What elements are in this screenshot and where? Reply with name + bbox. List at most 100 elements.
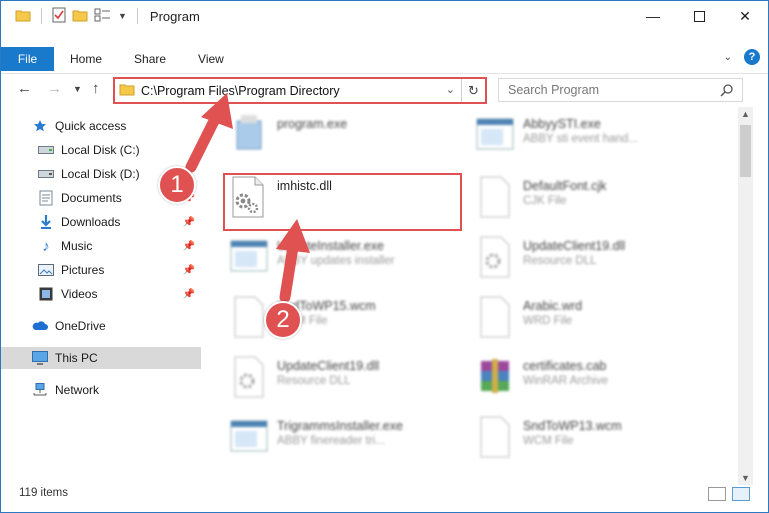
file-name: Arabic.wrd	[523, 299, 583, 313]
explorer-window: ▼ Program — ✕ File Home Share View ⌄ ? ←…	[0, 0, 769, 513]
file-item[interactable]: program.exe	[229, 113, 479, 171]
folder-icon	[119, 82, 135, 99]
file-name: DefaultFont.cjk	[523, 179, 607, 193]
up-arrow-icon[interactable]: ↑	[92, 80, 100, 97]
maximize-button[interactable]	[676, 1, 722, 31]
address-bar[interactable]: C:\Program Files\Program Directory ⌄ ↻	[113, 77, 487, 104]
file-name: program.exe	[277, 117, 348, 131]
download-arrow-icon	[37, 214, 55, 230]
sidebar-item-label: This PC	[55, 351, 98, 365]
search-box[interactable]: Search Program	[498, 78, 743, 102]
step-2-badge: 2	[264, 301, 302, 339]
tab-file[interactable]: File	[1, 47, 54, 71]
new-folder-icon[interactable]	[72, 8, 88, 25]
tab-home[interactable]: Home	[54, 47, 118, 71]
title-bar: ▼ Program — ✕	[1, 1, 768, 31]
sidebar-item-label: Music	[61, 239, 93, 253]
scroll-up-icon[interactable]: ▲	[741, 109, 750, 119]
navigation-pane: Quick access Local Disk (C:) Local Disk …	[1, 109, 201, 481]
file-name: UpdateClient19.dll	[523, 239, 626, 253]
sidebar-item-onedrive[interactable]: OneDrive	[1, 315, 201, 337]
vertical-scrollbar[interactable]: ▲ ▼	[738, 107, 753, 485]
refresh-icon[interactable]: ↻	[461, 79, 485, 102]
blank-file-icon	[229, 295, 269, 339]
file-name: SndToWP13.wcm	[523, 419, 622, 433]
file-item[interactable]: UpdateInstaller.exe ABBY updates installe…	[229, 235, 479, 293]
file-desc: Resource DLL	[277, 375, 351, 387]
file-item[interactable]: DefaultFont.cjk CJK File	[475, 175, 725, 233]
tab-view[interactable]: View	[182, 47, 240, 71]
window-title: Program	[149, 8, 200, 24]
monitor-icon	[31, 350, 49, 366]
file-item[interactable]: AbbyySTI.exe ABBY sti event hand...	[475, 113, 725, 171]
expand-ribbon-chevron-icon[interactable]: ⌄	[724, 52, 732, 63]
file-item[interactable]: certificates.cab WinRAR Archive	[475, 355, 725, 413]
window-app-icon	[229, 235, 269, 279]
sidebar-item-downloads[interactable]: Downloads 📌	[1, 211, 201, 233]
chevron-down-icon[interactable]: ▼	[118, 11, 127, 21]
back-arrow-icon[interactable]: ←	[17, 80, 32, 97]
file-desc: CJK File	[523, 195, 567, 207]
forward-arrow-icon[interactable]: →	[47, 80, 62, 97]
address-dropdown-icon[interactable]: ⌄	[446, 83, 455, 96]
drive-icon	[37, 166, 55, 182]
sidebar-item-label: Local Disk (C:)	[61, 143, 140, 157]
pictures-icon	[37, 262, 55, 278]
sidebar-item-music[interactable]: ♪ Music 📌	[1, 235, 201, 257]
file-item[interactable]: Arabic.wrd WRD File	[475, 295, 725, 353]
file-name: certificates.cab	[523, 359, 607, 373]
scroll-down-icon[interactable]: ▼	[741, 473, 750, 483]
close-button[interactable]: ✕	[722, 1, 768, 31]
properties-icon[interactable]	[52, 7, 66, 26]
ribbon-right-controls: ⌄ ?	[724, 49, 760, 65]
music-note-icon: ♪	[42, 237, 50, 255]
minimize-button[interactable]: —	[630, 1, 676, 31]
sidebar-item-quick-access[interactable]: Quick access	[1, 115, 201, 137]
item-count: 119 items	[19, 487, 69, 499]
sidebar-item-network[interactable]: Network	[1, 379, 201, 401]
sidebar-item-label: Videos	[61, 287, 98, 301]
sidebar-item-label: OneDrive	[55, 319, 106, 333]
file-desc: ABBY finereader tri...	[277, 435, 385, 447]
installer-icon	[229, 113, 269, 157]
tab-share[interactable]: Share	[118, 47, 182, 71]
sidebar-item-label: Local Disk (D:)	[61, 167, 140, 181]
search-icon[interactable]	[720, 83, 734, 100]
help-icon[interactable]: ?	[744, 49, 760, 65]
window-app-icon	[475, 113, 515, 157]
large-icons-view-icon[interactable]	[732, 487, 750, 501]
details-view-icon[interactable]	[708, 487, 726, 501]
file-name: UpdateClient19.dll	[277, 359, 380, 373]
window-controls: — ✕	[630, 1, 768, 31]
winrar-icon	[475, 355, 515, 399]
pin-icon: 📌	[182, 288, 195, 300]
file-item[interactable]: TrigrammsInstaller.exe ABBY finereader tr…	[229, 415, 479, 473]
sidebar-item-this-pc[interactable]: This PC	[1, 347, 201, 369]
film-icon	[37, 286, 55, 302]
sidebar-item-local-disk-c[interactable]: Local Disk (C:)	[1, 139, 201, 161]
pin-icon: 📌	[182, 240, 195, 252]
pin-icon: 📌	[182, 264, 195, 276]
file-item[interactable]: UpdateClient19.dll Resource DLL	[229, 355, 479, 413]
scrollbar-thumb[interactable]	[740, 125, 751, 177]
file-desc: WCM File	[523, 435, 574, 447]
documents-icon	[37, 190, 55, 206]
navigation-bar: ← → ▼ ↑ C:\Program Files\Program Directo…	[1, 73, 768, 105]
blank-file-icon	[475, 415, 515, 459]
file-list: program.exe AbbyySTI.exe ABBY sti event h…	[203, 109, 737, 479]
file-name: TrigrammsInstaller.exe	[277, 419, 403, 433]
address-path[interactable]: C:\Program Files\Program Directory	[141, 84, 340, 98]
file-desc: ABBY sti event hand...	[523, 133, 638, 145]
file-item[interactable]: UpdateClient19.dll Resource DLL	[475, 235, 725, 293]
sidebar-item-videos[interactable]: Videos 📌	[1, 283, 201, 305]
sidebar-item-pictures[interactable]: Pictures 📌	[1, 259, 201, 281]
toolbar-separator	[136, 8, 138, 24]
folder-icon	[15, 8, 31, 25]
target-file-highlight	[223, 173, 462, 231]
sidebar-item-label: Pictures	[61, 263, 105, 277]
sidebar-item-label: Documents	[61, 191, 122, 205]
view-options-icon[interactable]	[94, 8, 112, 25]
recent-locations-chevron-icon[interactable]: ▼	[73, 84, 82, 94]
network-icon	[31, 382, 49, 398]
file-item[interactable]: SndToWP13.wcm WCM File	[475, 415, 725, 473]
